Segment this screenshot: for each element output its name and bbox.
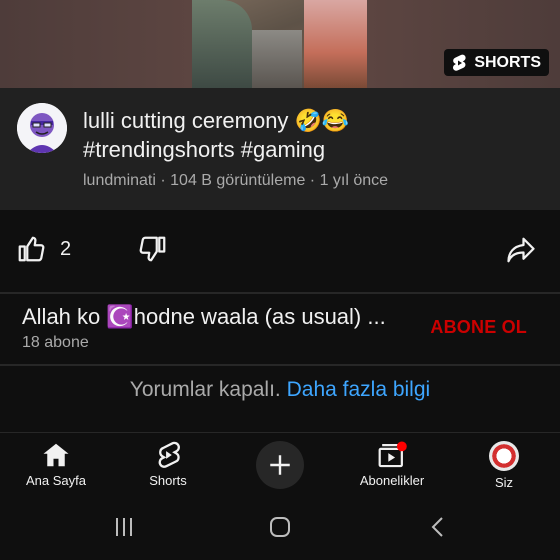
subscriptions-icon — [378, 441, 407, 468]
video-meta: lundminati · 104 B görüntüleme · 1 yıl ö… — [83, 172, 389, 189]
plus-icon — [270, 455, 290, 475]
nav-home-label: Ana Sayfa — [26, 473, 86, 488]
thumbnail-frame — [192, 0, 367, 88]
back-icon[interactable] — [428, 515, 448, 539]
dislike-button[interactable] — [138, 234, 168, 269]
nav-subscriptions[interactable]: Abonelikler — [347, 441, 437, 488]
channel-row[interactable]: Allah ko ☪️hodne waala (as usual) ... 18… — [0, 292, 560, 362]
action-bar: 2 — [0, 210, 560, 292]
video-info-panel: lulli cutting ceremony 🤣😂 #trendingshort… — [0, 88, 560, 210]
shorts-badge-label: SHORTS — [474, 53, 541, 71]
share-button[interactable] — [506, 236, 536, 269]
like-count: 2 — [60, 237, 72, 260]
recent-apps-icon[interactable] — [112, 516, 136, 538]
thumbnail-blur-left — [0, 0, 192, 88]
video-title-line1: lulli cutting ceremony 🤣😂 — [83, 108, 350, 133]
like-button[interactable]: 2 — [16, 234, 71, 264]
thumbs-up-icon — [18, 236, 45, 262]
nav-home[interactable]: Ana Sayfa — [11, 441, 101, 488]
shorts-logo-icon — [453, 54, 466, 71]
subscribe-button[interactable]: ABONE OL — [430, 317, 527, 338]
create-button[interactable] — [256, 441, 304, 489]
nav-shorts-label: Shorts — [149, 473, 187, 488]
nav-shorts[interactable]: Shorts — [123, 441, 213, 488]
divider — [0, 364, 560, 366]
video-title-line2: #trendingshorts #gaming — [83, 137, 326, 162]
avatar-illustration — [17, 103, 67, 153]
nav-you[interactable]: Siz — [459, 441, 549, 490]
learn-more-link[interactable]: Daha fazla bilgi — [287, 378, 431, 401]
channel-name[interactable]: Allah ko ☪️hodne waala (as usual) ... — [22, 304, 386, 330]
shorts-badge: SHORTS — [444, 49, 549, 76]
avatar — [489, 441, 519, 471]
nav-subscriptions-label: Abonelikler — [359, 473, 425, 488]
video-title[interactable]: lulli cutting ceremony 🤣😂 #trendingshort… — [83, 106, 523, 164]
subscriber-count: 18 abone — [22, 334, 89, 351]
system-navigation-bar — [0, 494, 560, 560]
video-thumbnail[interactable]: SHORTS — [0, 0, 560, 88]
share-icon — [507, 237, 535, 263]
home-button-icon[interactable] — [268, 515, 292, 539]
comments-disabled-notice: Yorumlar kapalı. Daha fazla bilgi — [0, 378, 560, 402]
thumbs-down-icon — [139, 236, 166, 262]
nav-you-label: Siz — [494, 475, 514, 490]
home-icon — [43, 443, 69, 467]
bottom-navigation: Ana Sayfa Shorts Abonelikler Siz — [0, 432, 560, 495]
channel-avatar[interactable] — [17, 103, 67, 153]
shorts-icon — [158, 441, 180, 468]
comments-off-text: Yorumlar kapalı. — [129, 378, 281, 401]
